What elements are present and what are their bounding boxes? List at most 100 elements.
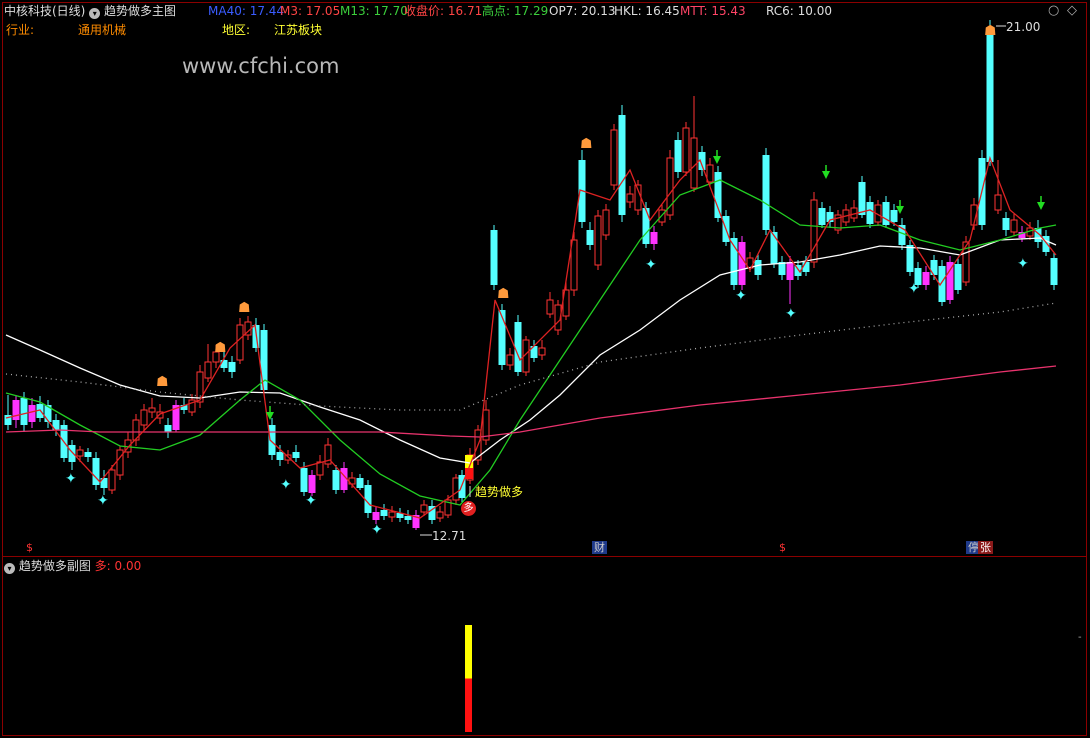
- candle-body: [148, 407, 156, 413]
- candle-body: [420, 504, 428, 513]
- main-price-chart[interactable]: ✦ ✦ ✦ ✦ ✦ ✦ ✦ ✦ ✦ ✦ ☗ ☗ ☗ ☗ ☗ ☗: [0, 0, 1090, 738]
- candle-body: [1050, 258, 1058, 285]
- event-marker-3[interactable]: $: [777, 541, 788, 554]
- candle-body: [300, 468, 308, 492]
- candle-body: [316, 461, 324, 476]
- candle-body: [436, 511, 444, 519]
- down-arrow-icon: [822, 171, 830, 179]
- butterfly-icon: ✦: [785, 306, 797, 322]
- person-marker-icon: ☗: [580, 136, 593, 152]
- down-arrow-icon: [713, 156, 721, 164]
- butterfly-icon: ✦: [735, 288, 747, 304]
- candle-body: [570, 239, 578, 291]
- signal-badge: 多: [461, 501, 476, 516]
- candle-body: [292, 452, 300, 458]
- candle-body: [714, 172, 722, 218]
- event-marker-5[interactable]: 张: [978, 541, 993, 554]
- candle-body: [1010, 219, 1018, 233]
- candle-body: [674, 140, 682, 172]
- candle-body: [506, 354, 514, 366]
- candle-body: [220, 360, 228, 368]
- candle-body: [236, 324, 244, 361]
- high-price-label: 21.00: [1006, 20, 1041, 34]
- trend-line: [5, 155, 1057, 519]
- butterfly-icon: ✦: [1017, 256, 1029, 272]
- candle-body: [28, 405, 36, 422]
- butterfly-icon: ✦: [97, 493, 109, 509]
- candle-body: [1002, 218, 1010, 230]
- candle-body: [642, 208, 650, 244]
- candle-body: [308, 475, 316, 493]
- candle-body: [602, 209, 610, 236]
- candle-body: [228, 362, 236, 372]
- candle-body: [20, 398, 28, 425]
- candle-body: [858, 182, 866, 215]
- candle-body: [890, 210, 898, 222]
- down-arrow-icon: [1037, 202, 1045, 210]
- sub-signal-bar-red: [465, 678, 472, 732]
- candle-body: [682, 127, 690, 173]
- candle-body: [922, 272, 930, 285]
- candle-body: [276, 452, 284, 460]
- event-marker-2[interactable]: 财: [592, 541, 607, 554]
- candle-body: [388, 511, 396, 518]
- candle-body: [84, 452, 92, 457]
- person-marker-icon: ☗: [214, 340, 227, 356]
- candle-body: [12, 400, 20, 420]
- candle-body: [770, 232, 778, 264]
- person-marker-icon: ☗: [984, 23, 997, 39]
- candle-body: [738, 242, 746, 285]
- event-marker-1[interactable]: $: [24, 541, 35, 554]
- candle-body: [140, 409, 148, 426]
- candle-body: [68, 445, 76, 462]
- sub-panel-value: 多: 0.00: [94, 559, 142, 573]
- candle-body: [906, 245, 914, 272]
- sub-panel-title[interactable]: 趋势做多副图: [19, 559, 91, 573]
- candle-body: [866, 202, 874, 224]
- candle-body: [380, 510, 388, 516]
- candle-body: [490, 230, 498, 285]
- candle-body: [818, 208, 826, 225]
- butterfly-icon: ✦: [908, 281, 920, 297]
- person-marker-icon: ☗: [156, 374, 169, 390]
- candle-body: [164, 425, 172, 432]
- candle-body: [754, 260, 762, 275]
- sub-signal-bar-yellow: [465, 625, 472, 679]
- candle-body: [332, 470, 340, 490]
- candle-body: [538, 347, 546, 356]
- low-price-label: 12.71: [432, 529, 467, 543]
- butterfly-icon: ✦: [305, 493, 317, 509]
- dropdown-icon[interactable]: ▾: [4, 563, 15, 574]
- butterfly-icon: ✦: [65, 471, 77, 487]
- person-marker-icon: ☗: [238, 300, 251, 316]
- candle-body: [108, 469, 116, 491]
- candle-body: [364, 485, 372, 513]
- candle-body: [650, 232, 658, 244]
- signal-text: 趋势做多: [475, 485, 524, 499]
- candle-body: [372, 512, 380, 520]
- candle-body: [986, 28, 994, 162]
- candle-body: [204, 361, 212, 379]
- candle-body: [954, 264, 962, 290]
- candle-body: [404, 516, 412, 520]
- person-marker-icon: ☗: [497, 286, 510, 302]
- candle-body: [610, 129, 618, 186]
- butterfly-icon: ✦: [371, 522, 383, 538]
- butterfly-icon: ✦: [645, 257, 657, 273]
- candle-body: [882, 202, 890, 225]
- candle-body: [546, 299, 554, 315]
- candle-body: [810, 199, 818, 263]
- candle-body: [586, 230, 594, 245]
- candle-body: [618, 115, 626, 215]
- sub-side-mark: -: [1078, 632, 1082, 643]
- candle-body: [762, 155, 770, 230]
- candle-body: [786, 262, 794, 280]
- candle-body: [356, 478, 364, 488]
- candle-body: [452, 477, 460, 501]
- butterfly-icon: ✦: [280, 477, 292, 493]
- candle-body: [626, 193, 634, 203]
- candle-body: [514, 322, 522, 372]
- chart-window: 中核科技(日线) ▾ 趋势做多主图 MA40: 17.44 M3: 17.05 …: [0, 0, 1090, 738]
- sub-header: ▾ 趋势做多副图 多: 0.00: [4, 558, 141, 574]
- candle-body: [946, 262, 954, 300]
